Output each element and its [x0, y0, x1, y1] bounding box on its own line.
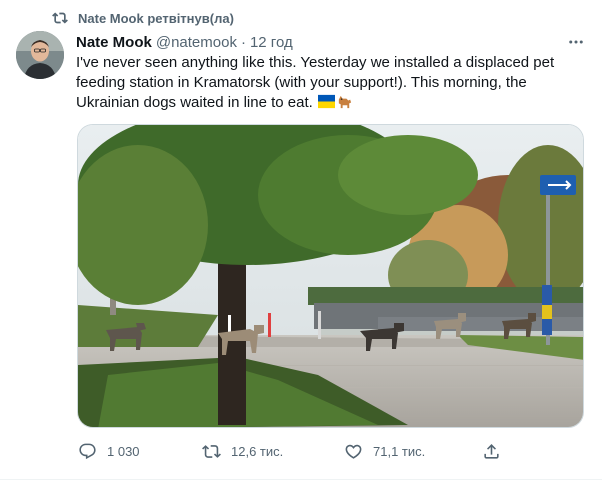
retweet-context-label: Nate Mook ретвітнув(ла) [78, 10, 234, 26]
more-horizontal-icon [569, 40, 583, 44]
reply-icon [78, 442, 97, 461]
tweet-timestamp[interactable]: 12 год [250, 34, 293, 51]
tweet-text-body: I've never seen anything like this. Yest… [76, 54, 555, 111]
dog-emoji [336, 93, 353, 110]
ukraine-flag-emoji [317, 93, 335, 110]
avatar[interactable] [16, 31, 64, 79]
like-button[interactable]: 71,1 тис. [344, 438, 425, 464]
share-icon [482, 442, 501, 461]
reply-count: 1 030 [107, 443, 140, 459]
retweet-icon [202, 442, 221, 461]
retweet-icon [52, 10, 68, 26]
retweet-context[interactable]: Nate Mook ретвітнув(ла) [52, 9, 234, 27]
retweet-button[interactable]: 12,6 тис. [202, 438, 283, 464]
tweet-text: I've never seen anything like this. Yest… [76, 53, 588, 113]
like-count: 71,1 тис. [373, 443, 426, 459]
tweet-actions: 1 030 12,6 тис. 71,1 тис. [68, 438, 508, 464]
tweet[interactable]: Nate Mook ретвітнув(ла) Nate Mook @natem… [0, 0, 602, 480]
heart-icon [344, 442, 363, 461]
reply-button[interactable]: 1 030 [78, 438, 140, 464]
tweet-photo[interactable] [77, 124, 584, 428]
author-handle[interactable]: @natemook [156, 34, 237, 51]
share-button[interactable] [482, 438, 511, 464]
more-options-button[interactable] [566, 32, 586, 52]
tweet-header: Nate Mook @natemook · 12 год [76, 32, 586, 52]
header-separator: · [240, 33, 246, 51]
author-name[interactable]: Nate Mook [76, 34, 152, 51]
retweet-count: 12,6 тис. [231, 443, 284, 459]
